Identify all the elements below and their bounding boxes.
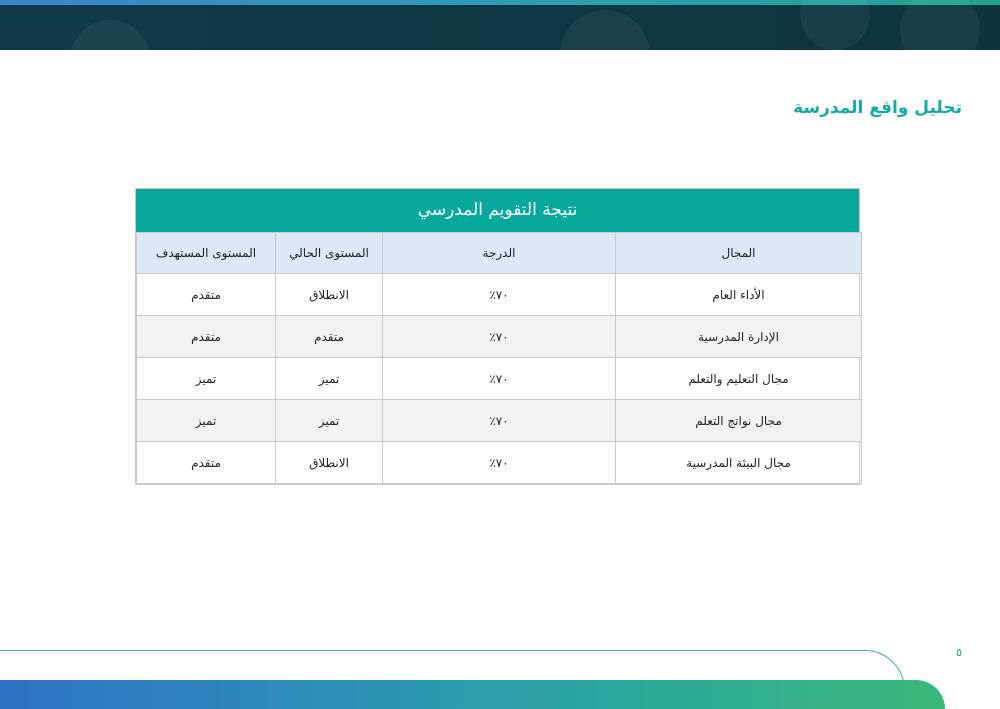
cell-field: الأداء العام — [615, 273, 862, 316]
cell-target-level: تميز — [136, 357, 276, 400]
table-row: الأداء العام ٧٠٪ الانطلاق متقدم — [136, 273, 862, 316]
table-row: الإدارة المدرسية ٧٠٪ متقدم متقدم — [136, 315, 862, 358]
cell-target-level: تميز — [136, 399, 276, 442]
page-number: ٥ — [956, 646, 962, 659]
cell-current-level: تميز — [275, 357, 383, 400]
evaluation-table: المجال الدرجة المستوى الحالي المستوى الم… — [136, 232, 862, 484]
top-header-bar — [0, 0, 1000, 50]
column-header-current-level: المستوى الحالي — [275, 232, 383, 274]
cell-field: مجال التعليم والتعلم — [615, 357, 862, 400]
table-header-row: المجال الدرجة المستوى الحالي المستوى الم… — [136, 232, 862, 274]
table-row: مجال نواتج التعلم ٧٠٪ تميز تميز — [136, 399, 862, 442]
cell-current-level: تميز — [275, 399, 383, 442]
decorative-circle — [800, 0, 870, 50]
cell-current-level: الانطلاق — [275, 273, 383, 316]
cell-field: الإدارة المدرسية — [615, 315, 862, 358]
cell-current-level: متقدم — [275, 315, 383, 358]
cell-target-level: متقدم — [136, 315, 276, 358]
cell-target-level: متقدم — [136, 273, 276, 316]
table-title: نتيجة التقويم المدرسي — [136, 189, 859, 232]
table-row: مجال البيئة المدرسية ٧٠٪ الانطلاق متقدم — [136, 441, 862, 484]
section-title: تحليل واقع المدرسة — [793, 98, 962, 118]
cell-score: ٧٠٪ — [382, 273, 616, 316]
footer-gradient-bar — [0, 680, 945, 709]
column-header-field: المجال — [615, 232, 862, 274]
cell-score: ٧٠٪ — [382, 315, 616, 358]
column-header-target-level: المستوى المستهدف — [136, 232, 276, 274]
cell-score: ٧٠٪ — [382, 399, 616, 442]
column-header-score: الدرجة — [382, 232, 616, 274]
cell-score: ٧٠٪ — [382, 441, 616, 484]
cell-field: مجال البيئة المدرسية — [615, 441, 862, 484]
table-row: مجال التعليم والتعلم ٧٠٪ تميز تميز — [136, 357, 862, 400]
cell-score: ٧٠٪ — [382, 357, 616, 400]
decorative-circle — [70, 20, 150, 50]
evaluation-table-card: نتيجة التقويم المدرسي المجال الدرجة المس… — [135, 188, 862, 485]
decorative-circle — [560, 10, 650, 50]
cell-current-level: الانطلاق — [275, 441, 383, 484]
decorative-circle — [900, 0, 980, 50]
cell-target-level: متقدم — [136, 441, 276, 484]
cell-field: مجال نواتج التعلم — [615, 399, 862, 442]
